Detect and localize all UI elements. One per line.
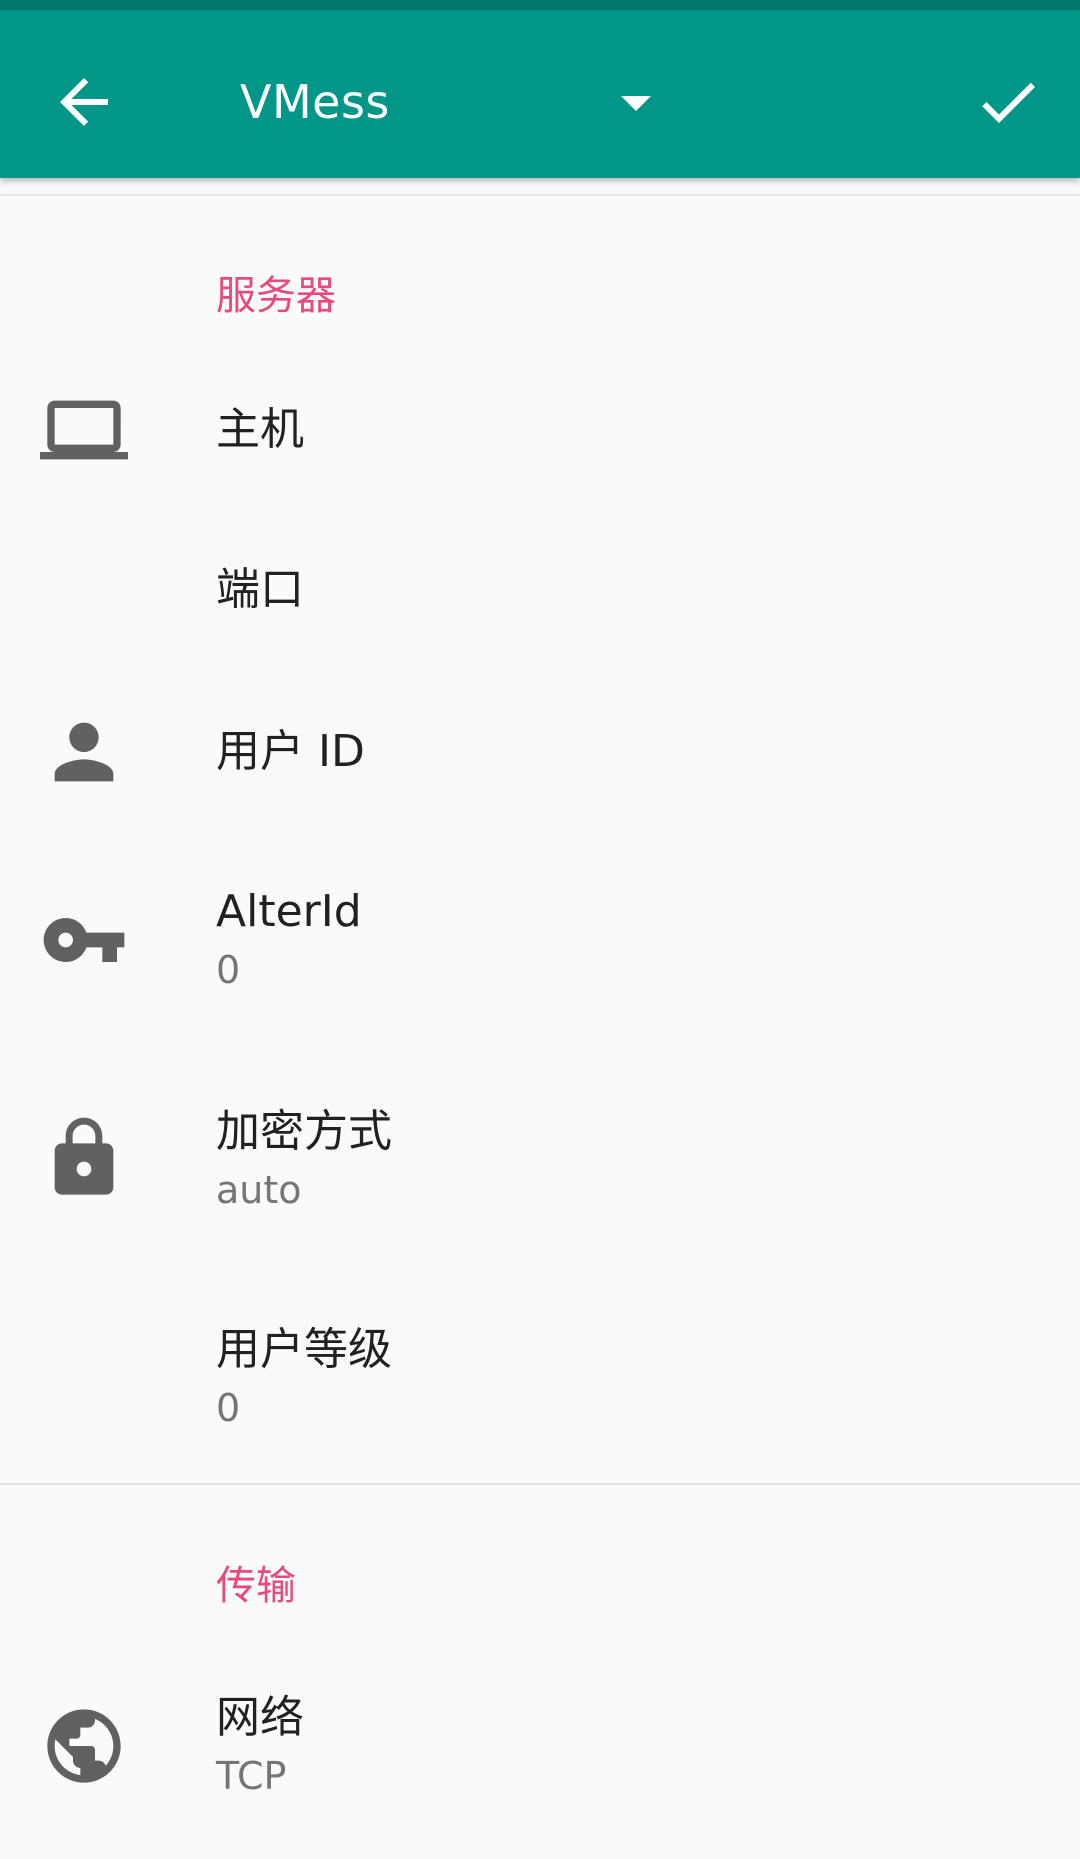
pref-title: 端口 xyxy=(216,564,304,615)
pref-user-level[interactable]: 用户等级 0 xyxy=(0,1314,1080,1438)
toolbar-divider xyxy=(0,194,1080,196)
pref-summary: 0 xyxy=(216,1386,241,1430)
status-bar xyxy=(0,0,1080,10)
pref-title: AlterId xyxy=(216,886,362,937)
arrow-drop-down-icon xyxy=(621,96,651,111)
section-divider xyxy=(0,1483,1080,1485)
pref-summary: TCP xyxy=(216,1754,287,1798)
person-icon xyxy=(40,708,128,796)
pref-network[interactable]: 网络 TCP xyxy=(0,1682,1080,1806)
pref-security[interactable]: 加密方式 auto xyxy=(0,1096,1080,1220)
protocol-dropdown-button[interactable] xyxy=(600,66,672,138)
pref-host[interactable]: 主机 xyxy=(0,378,1080,482)
pref-user-id[interactable]: 用户 ID xyxy=(0,700,1080,804)
pref-summary: auto xyxy=(216,1168,302,1212)
key-icon xyxy=(40,896,128,984)
back-button[interactable] xyxy=(48,66,120,138)
protocol-selector-label[interactable]: VMess xyxy=(240,70,390,134)
app-toolbar: VMess xyxy=(0,10,1080,178)
laptop-icon xyxy=(40,386,128,474)
section-header-transport: 传输 xyxy=(216,1563,296,1609)
pref-title: 主机 xyxy=(216,404,304,455)
pref-summary: 0 xyxy=(216,948,241,992)
save-button[interactable] xyxy=(968,66,1048,138)
pref-title: 加密方式 xyxy=(216,1106,392,1157)
pref-title: 网络 xyxy=(216,1692,304,1743)
check-icon xyxy=(982,82,1035,123)
pref-port[interactable]: 端口 xyxy=(0,538,1080,642)
arrow-back-icon xyxy=(60,78,108,126)
pref-alter-id[interactable]: AlterId 0 xyxy=(0,876,1080,1000)
pref-title: 用户等级 xyxy=(216,1324,392,1375)
pref-title: 用户 ID xyxy=(216,726,365,777)
globe-icon xyxy=(40,1702,128,1790)
section-header-server: 服务器 xyxy=(216,273,336,319)
lock-icon xyxy=(40,1114,128,1202)
